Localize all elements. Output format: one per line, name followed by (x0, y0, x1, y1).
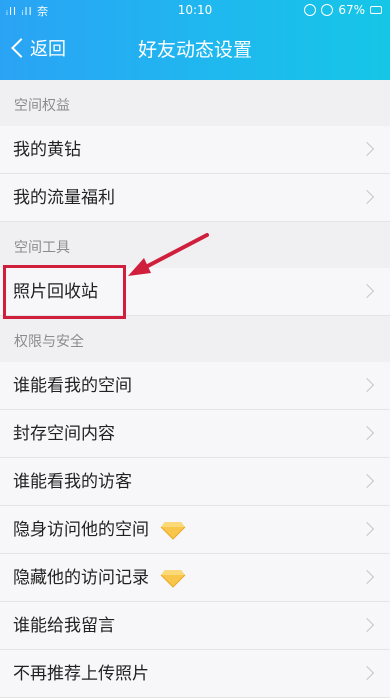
settings-item-hide-visit-record[interactable]: 隐藏他的访问记录 (0, 554, 390, 602)
chevron-right-icon (359, 521, 375, 537)
settings-item-seal-content[interactable]: 封存空间内容 (0, 410, 390, 458)
clock-icon (321, 4, 334, 16)
settings-item-label: 谁能看我的访客 (13, 472, 132, 492)
settings-item-label: 我的流量福利 (13, 188, 115, 208)
settings-item-data-benefit[interactable]: 我的流量福利 (0, 174, 390, 222)
nav-bar: 返回 好友动态设置 (0, 22, 390, 76)
header: ᵢll ᵢll 奈 10:10 67% 返回 好友动态设置 (0, 0, 390, 80)
chevron-right-icon (359, 425, 375, 441)
alarm-icon (304, 4, 317, 16)
battery-percent: 67% (338, 3, 365, 17)
status-right: 67% (304, 3, 382, 17)
battery-icon (370, 6, 382, 14)
settings-item-label: 照片回收站 (13, 282, 98, 302)
settings-item-who-can-message[interactable]: 谁能给我留言 (0, 602, 390, 650)
settings-item-label: 封存空间内容 (13, 424, 115, 444)
settings-item-label: 隐身访问他的空间 (13, 520, 149, 540)
settings-item-stealth-visit[interactable]: 隐身访问他的空间 (0, 506, 390, 554)
chevron-right-icon (359, 141, 375, 157)
settings-item-label: 我的黄钻 (13, 140, 81, 160)
diamond-icon (161, 522, 186, 540)
settings-list: 空间权益 我的黄钻 我的流量福利 空间工具 照片回收站 权限与安全 谁能看我的空… (0, 80, 390, 698)
settings-item-who-can-view-space[interactable]: 谁能看我的空间 (0, 362, 390, 410)
chevron-right-icon (359, 189, 375, 205)
diamond-icon (161, 570, 186, 588)
chevron-right-icon (359, 283, 375, 299)
chevron-right-icon (359, 665, 375, 681)
section-label-benefits: 空间权益 (14, 98, 70, 114)
chevron-right-icon (359, 617, 375, 633)
section-label-privacy: 权限与安全 (14, 334, 84, 350)
settings-item-photo-recycle-bin[interactable]: 照片回收站 (0, 268, 390, 316)
chevron-right-icon (359, 377, 375, 393)
settings-item-label: 谁能看我的空间 (13, 376, 132, 396)
settings-item-yellow-diamond[interactable]: 我的黄钻 (0, 126, 390, 174)
settings-item-label: 谁能给我留言 (13, 616, 115, 636)
section-label-tools: 空间工具 (14, 240, 70, 256)
settings-item-label: 隐藏他的访问记录 (13, 568, 149, 588)
settings-item-label: 不再推荐上传照片 (13, 664, 149, 684)
chevron-right-icon (359, 569, 375, 585)
chevron-right-icon (359, 473, 375, 489)
status-bar: ᵢll ᵢll 奈 10:10 67% (0, 0, 390, 22)
settings-item-who-can-view-visitors[interactable]: 谁能看我的访客 (0, 458, 390, 506)
page-title: 好友动态设置 (137, 39, 252, 61)
